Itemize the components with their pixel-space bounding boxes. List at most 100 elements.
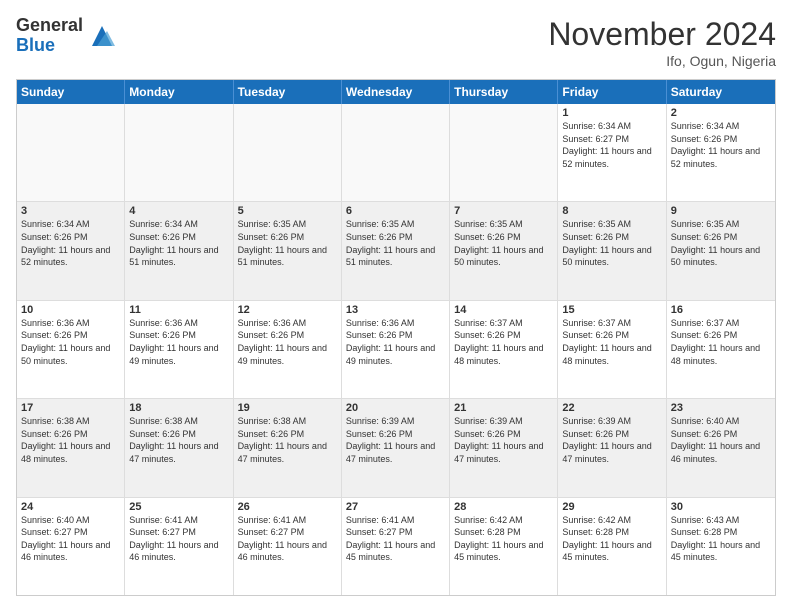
header-day-friday: Friday [558,80,666,104]
header-day-saturday: Saturday [667,80,775,104]
day-number: 30 [671,501,771,513]
day-number: 23 [671,402,771,414]
day-info: Sunrise: 6:34 AMSunset: 6:26 PMDaylight:… [129,218,228,268]
day-cell-10: 10Sunrise: 6:36 AMSunset: 6:26 PMDayligh… [17,301,125,398]
logo-icon [87,21,117,51]
empty-cell-0-0 [17,104,125,201]
header-day-sunday: Sunday [17,80,125,104]
day-number: 19 [238,402,337,414]
header-day-monday: Monday [125,80,233,104]
day-number: 17 [21,402,120,414]
title-area: November 2024 Ifo, Ogun, Nigeria [548,16,776,69]
month-title: November 2024 [548,16,776,53]
day-number: 11 [129,304,228,316]
day-number: 27 [346,501,445,513]
day-number: 3 [21,205,120,217]
day-cell-3: 3Sunrise: 6:34 AMSunset: 6:26 PMDaylight… [17,202,125,299]
day-number: 5 [238,205,337,217]
day-cell-27: 27Sunrise: 6:41 AMSunset: 6:27 PMDayligh… [342,498,450,595]
day-cell-12: 12Sunrise: 6:36 AMSunset: 6:26 PMDayligh… [234,301,342,398]
day-cell-9: 9Sunrise: 6:35 AMSunset: 6:26 PMDaylight… [667,202,775,299]
day-cell-28: 28Sunrise: 6:42 AMSunset: 6:28 PMDayligh… [450,498,558,595]
day-number: 12 [238,304,337,316]
day-number: 13 [346,304,445,316]
day-info: Sunrise: 6:41 AMSunset: 6:27 PMDaylight:… [238,514,337,564]
day-number: 14 [454,304,553,316]
calendar: SundayMondayTuesdayWednesdayThursdayFrid… [16,79,776,596]
day-cell-6: 6Sunrise: 6:35 AMSunset: 6:26 PMDaylight… [342,202,450,299]
day-number: 4 [129,205,228,217]
day-info: Sunrise: 6:35 AMSunset: 6:26 PMDaylight:… [454,218,553,268]
calendar-header: SundayMondayTuesdayWednesdayThursdayFrid… [17,80,775,104]
day-number: 24 [21,501,120,513]
day-number: 6 [346,205,445,217]
day-info: Sunrise: 6:35 AMSunset: 6:26 PMDaylight:… [238,218,337,268]
day-cell-2: 2Sunrise: 6:34 AMSunset: 6:26 PMDaylight… [667,104,775,201]
day-number: 9 [671,205,771,217]
day-cell-5: 5Sunrise: 6:35 AMSunset: 6:26 PMDaylight… [234,202,342,299]
day-cell-25: 25Sunrise: 6:41 AMSunset: 6:27 PMDayligh… [125,498,233,595]
day-info: Sunrise: 6:41 AMSunset: 6:27 PMDaylight:… [129,514,228,564]
day-cell-22: 22Sunrise: 6:39 AMSunset: 6:26 PMDayligh… [558,399,666,496]
day-info: Sunrise: 6:38 AMSunset: 6:26 PMDaylight:… [238,415,337,465]
day-info: Sunrise: 6:37 AMSunset: 6:26 PMDaylight:… [671,317,771,367]
day-info: Sunrise: 6:37 AMSunset: 6:26 PMDaylight:… [454,317,553,367]
day-number: 28 [454,501,553,513]
day-info: Sunrise: 6:40 AMSunset: 6:27 PMDaylight:… [21,514,120,564]
day-info: Sunrise: 6:39 AMSunset: 6:26 PMDaylight:… [454,415,553,465]
day-number: 26 [238,501,337,513]
empty-cell-0-1 [125,104,233,201]
day-info: Sunrise: 6:38 AMSunset: 6:26 PMDaylight:… [21,415,120,465]
day-cell-23: 23Sunrise: 6:40 AMSunset: 6:26 PMDayligh… [667,399,775,496]
day-number: 29 [562,501,661,513]
day-cell-19: 19Sunrise: 6:38 AMSunset: 6:26 PMDayligh… [234,399,342,496]
calendar-row-0: 1Sunrise: 6:34 AMSunset: 6:27 PMDaylight… [17,104,775,202]
day-number: 2 [671,107,771,119]
day-info: Sunrise: 6:39 AMSunset: 6:26 PMDaylight:… [346,415,445,465]
header-day-wednesday: Wednesday [342,80,450,104]
header-day-thursday: Thursday [450,80,558,104]
day-info: Sunrise: 6:35 AMSunset: 6:26 PMDaylight:… [562,218,661,268]
day-info: Sunrise: 6:42 AMSunset: 6:28 PMDaylight:… [562,514,661,564]
day-info: Sunrise: 6:36 AMSunset: 6:26 PMDaylight:… [346,317,445,367]
day-cell-18: 18Sunrise: 6:38 AMSunset: 6:26 PMDayligh… [125,399,233,496]
day-cell-1: 1Sunrise: 6:34 AMSunset: 6:27 PMDaylight… [558,104,666,201]
calendar-row-1: 3 Sunrise: 6:34 AMSunset: 6:26 PMDaylight… [17,202,775,300]
day-info: Sunrise: 6:37 AMSunset: 6:26 PMDaylight:… [562,317,661,367]
empty-cell-0-3 [342,104,450,201]
calendar-body: 1Sunrise: 6:34 AMSunset: 6:27 PMDaylight… [17,104,775,595]
day-info: Sunrise: 6:41 AMSunset: 6:27 PMDaylight:… [346,514,445,564]
calendar-row-2: 10Sunrise: 6:36 AMSunset: 6:26 PMDayligh… [17,301,775,399]
empty-cell-0-2 [234,104,342,201]
day-number: 20 [346,402,445,414]
day-number: 10 [21,304,120,316]
day-info: Sunrise: 6:36 AMSunset: 6:26 PMDaylight:… [21,317,120,367]
day-info: Sunrise: 6:34 AMSunset: 6:27 PMDaylight:… [562,120,661,170]
day-info: Sunrise: 6:35 AMSunset: 6:26 PMDaylight:… [671,218,771,268]
day-cell-11: 11Sunrise: 6:36 AMSunset: 6:26 PMDayligh… [125,301,233,398]
day-cell-29: 29Sunrise: 6:42 AMSunset: 6:28 PMDayligh… [558,498,666,595]
day-number: 25 [129,501,228,513]
day-number: 22 [562,402,661,414]
day-info: Sunrise: 6:38 AMSunset: 6:26 PMDaylight:… [129,415,228,465]
day-cell-30: 30Sunrise: 6:43 AMSunset: 6:28 PMDayligh… [667,498,775,595]
header: General Blue November 2024 Ifo, Ogun, Ni… [16,16,776,69]
day-cell-24: 24Sunrise: 6:40 AMSunset: 6:27 PMDayligh… [17,498,125,595]
day-cell-15: 15Sunrise: 6:37 AMSunset: 6:26 PMDayligh… [558,301,666,398]
day-number: 15 [562,304,661,316]
day-info: Sunrise: 6:36 AMSunset: 6:26 PMDaylight:… [238,317,337,367]
day-info: Sunrise: 6:40 AMSunset: 6:26 PMDaylight:… [671,415,771,465]
day-cell-4: 4Sunrise: 6:34 AMSunset: 6:26 PMDaylight… [125,202,233,299]
day-cell-8: 8Sunrise: 6:35 AMSunset: 6:26 PMDaylight… [558,202,666,299]
empty-cell-0-4 [450,104,558,201]
day-number: 21 [454,402,553,414]
day-cell-14: 14Sunrise: 6:37 AMSunset: 6:26 PMDayligh… [450,301,558,398]
calendar-row-3: 17Sunrise: 6:38 AMSunset: 6:26 PMDayligh… [17,399,775,497]
logo-general: General [16,16,83,36]
day-cell-21: 21Sunrise: 6:39 AMSunset: 6:26 PMDayligh… [450,399,558,496]
day-cell-13: 13Sunrise: 6:36 AMSunset: 6:26 PMDayligh… [342,301,450,398]
day-number: 16 [671,304,771,316]
day-info: Sunrise: 6:43 AMSunset: 6:28 PMDaylight:… [671,514,771,564]
day-number: 18 [129,402,228,414]
day-number: 1 [562,107,661,119]
